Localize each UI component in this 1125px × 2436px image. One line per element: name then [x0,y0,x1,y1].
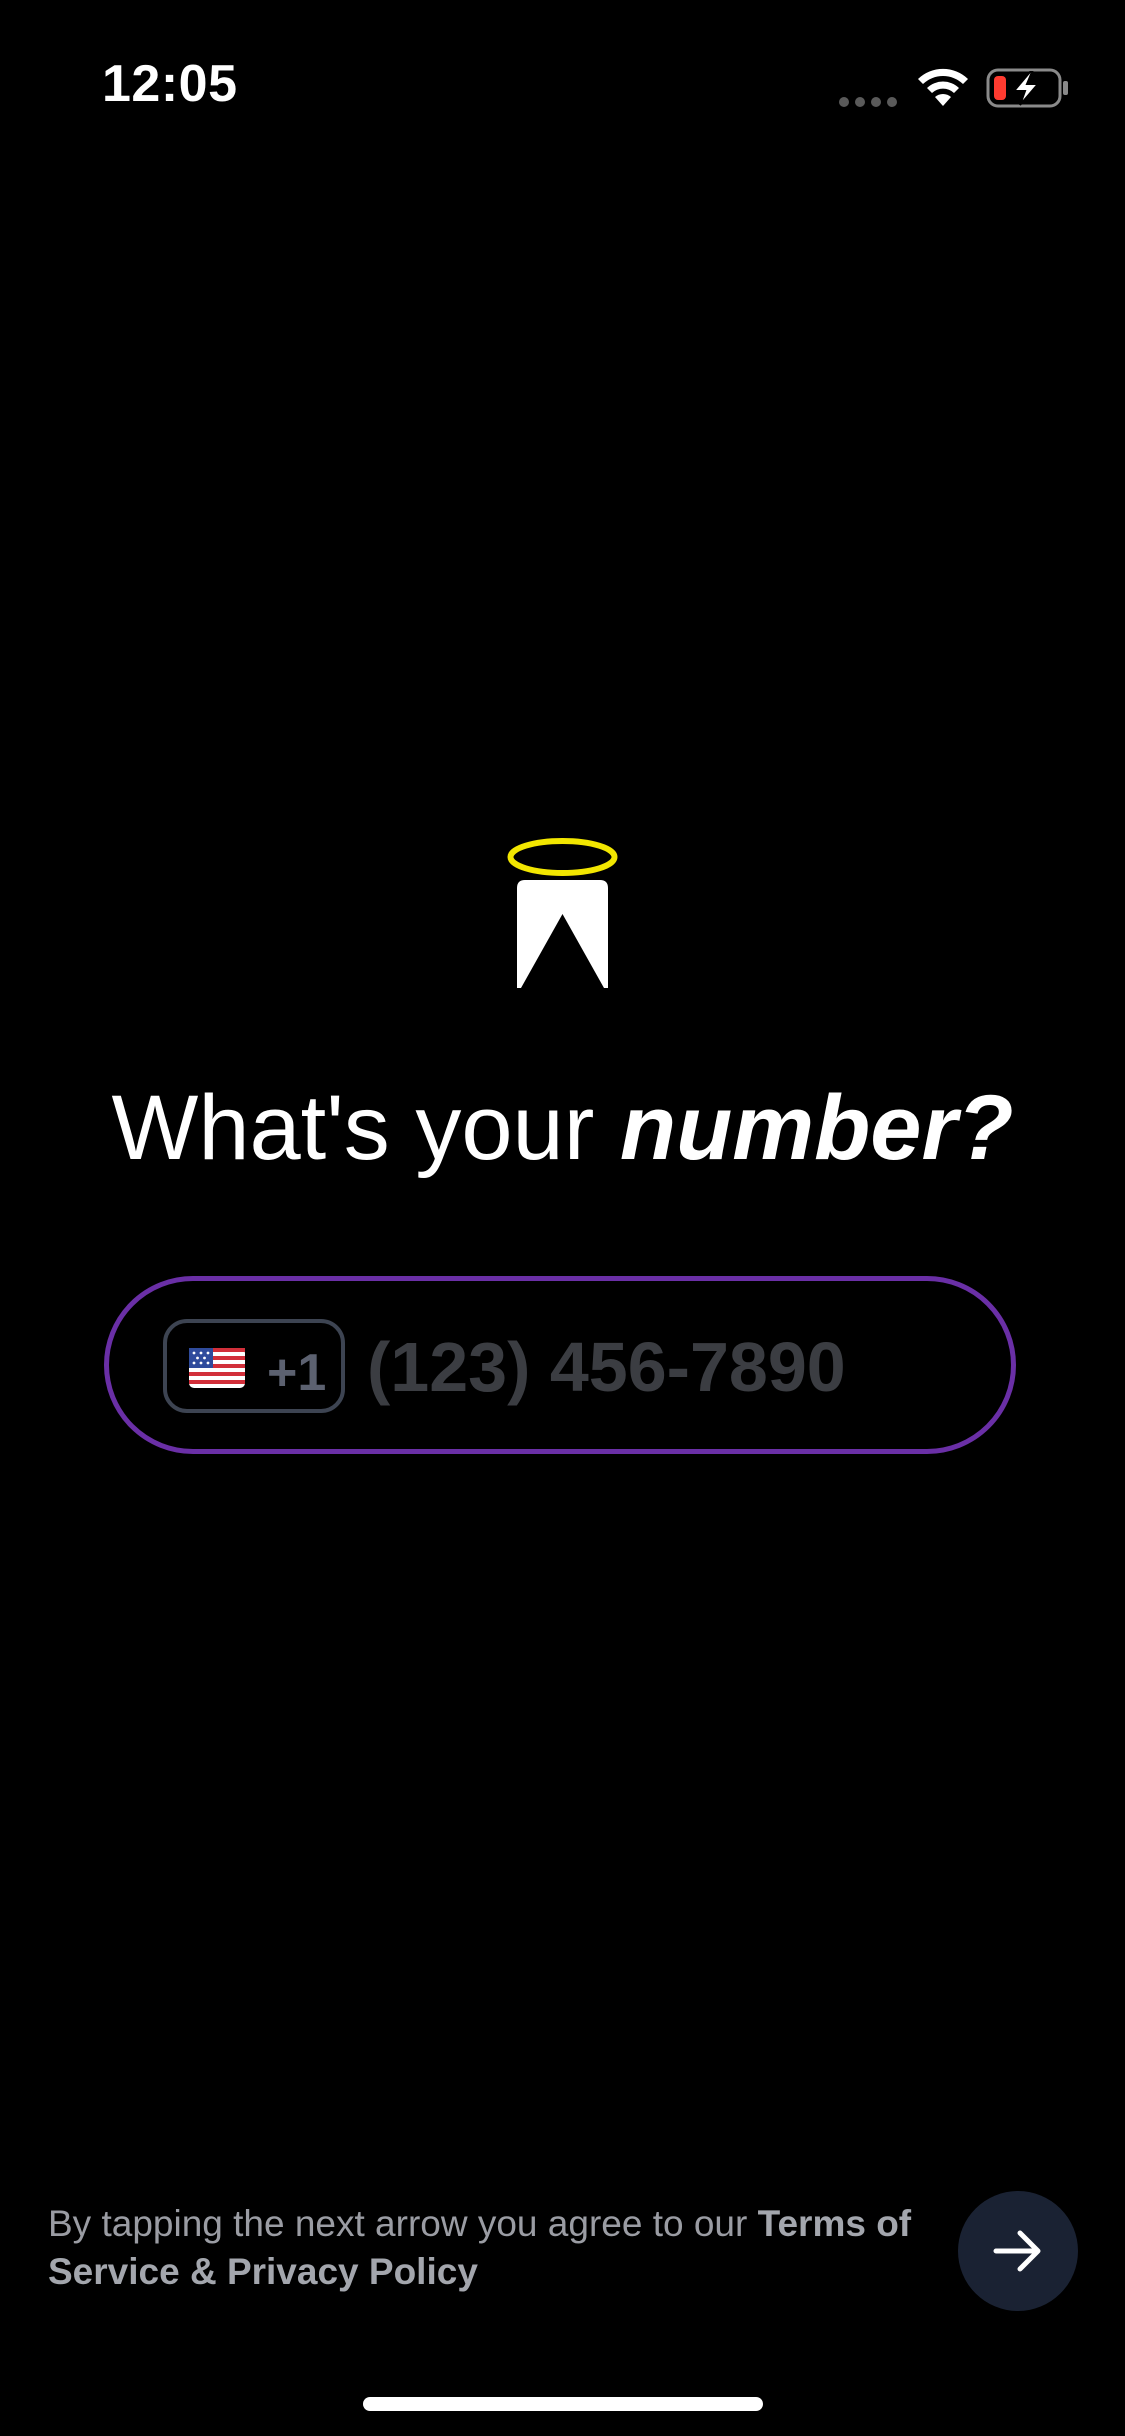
page-title: What's your number? [0,1078,1125,1178]
cellular-signal-dots-icon [839,97,897,107]
terms-notice: By tapping the next arrow you agree to o… [48,2200,928,2296]
status-time: 12:05 [102,55,238,113]
status-bar: 12:05 [0,0,1125,140]
terms-prefix: By tapping the next arrow you agree to o… [48,2203,758,2244]
page-title-emphasis: number? [619,1077,1014,1179]
dial-code: +1 [267,1344,327,1402]
home-indicator [363,2397,763,2411]
us-flag-icon [189,1348,245,1388]
battery-charging-icon [986,68,1068,108]
arrow-right-icon [993,2230,1041,2272]
country-code-picker[interactable]: +1 [163,1319,345,1413]
phone-number-field[interactable]: +1 [104,1276,1016,1454]
phone-number-input[interactable] [367,1317,967,1417]
next-button[interactable] [958,2191,1078,2311]
halo-logo-icon [507,838,618,988]
wifi-icon [918,68,968,106]
page-title-regular: What's your [111,1077,620,1179]
